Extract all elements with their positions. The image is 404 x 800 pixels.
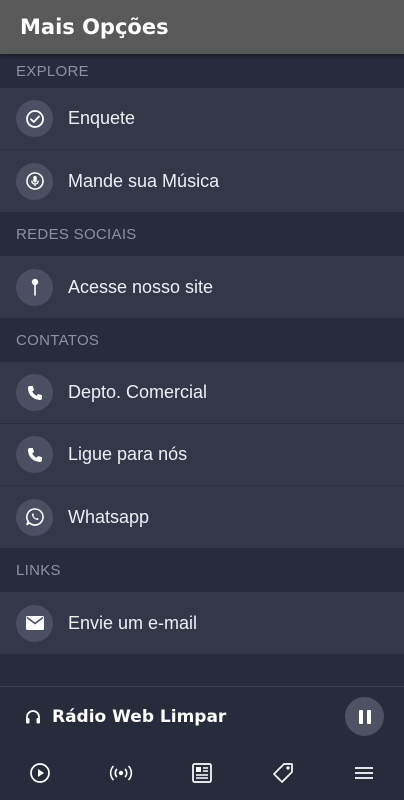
contacts-group: Depto. Comercial Ligue para nós Whatsapp [0, 362, 404, 548]
menu-item-label: Depto. Comercial [68, 382, 208, 402]
broadcast-icon [110, 765, 133, 781]
menu-item-label: Whatsapp [68, 506, 150, 527]
social-group: Acesse nosso site [0, 256, 404, 318]
headphones-icon [24, 708, 42, 726]
menu-item-site[interactable]: Acesse nosso site [0, 256, 404, 318]
microphone-icon [16, 162, 53, 200]
menu-item-label: Ligue para nós [68, 444, 188, 464]
menu-item-enquete[interactable]: Enquete [0, 88, 404, 150]
phone-icon [16, 374, 53, 411]
links-group: Envie um e-mail [0, 592, 404, 654]
options-list: EXPLORE Enquete Mande sua Música REDES S… [0, 54, 404, 654]
menu-item-label: Envie um e-mail [68, 612, 198, 633]
explore-group: Enquete Mande sua Música [0, 88, 404, 212]
phone-icon [16, 436, 53, 473]
menu-item-label: Acesse nosso site [68, 276, 214, 297]
station-name: Rádio Web Limpar [52, 706, 227, 727]
menu-item-mande-musica[interactable]: Mande sua Música [0, 150, 404, 212]
nav-menu[interactable] [334, 746, 394, 800]
section-header-explore: EXPLORE [0, 54, 404, 88]
menu-item-label: Mande sua Música [68, 170, 220, 191]
menu-item-whatsapp[interactable]: Whatsapp [0, 486, 404, 548]
mini-player[interactable]: Rádio Web Limpar [0, 686, 404, 746]
nav-news[interactable] [172, 746, 232, 800]
play-icon [30, 763, 51, 783]
page-title: Mais Opções [20, 15, 169, 39]
check-circle-icon [16, 100, 53, 137]
pin-icon [16, 268, 53, 306]
nav-promotions[interactable] [253, 746, 313, 800]
nav-live[interactable] [91, 746, 151, 800]
section-header-social: REDES SOCIAIS [0, 212, 404, 256]
menu-icon [354, 767, 373, 779]
section-header-contacts: CONTATOS [0, 318, 404, 362]
envelope-icon [16, 604, 53, 642]
section-header-links: LINKS [0, 548, 404, 592]
tag-icon [272, 763, 293, 783]
news-icon [192, 763, 212, 783]
menu-item-label: Enquete [68, 108, 136, 128]
menu-item-depto-comercial[interactable]: Depto. Comercial [0, 362, 404, 424]
menu-item-email[interactable]: Envie um e-mail [0, 592, 404, 654]
pause-button[interactable] [345, 697, 384, 736]
nav-play[interactable] [10, 746, 70, 800]
app-bar: Mais Opções [0, 0, 404, 54]
pause-icon [358, 709, 371, 724]
bottom-navigation [0, 746, 404, 800]
whatsapp-icon [16, 498, 53, 536]
menu-item-ligue[interactable]: Ligue para nós [0, 424, 404, 486]
